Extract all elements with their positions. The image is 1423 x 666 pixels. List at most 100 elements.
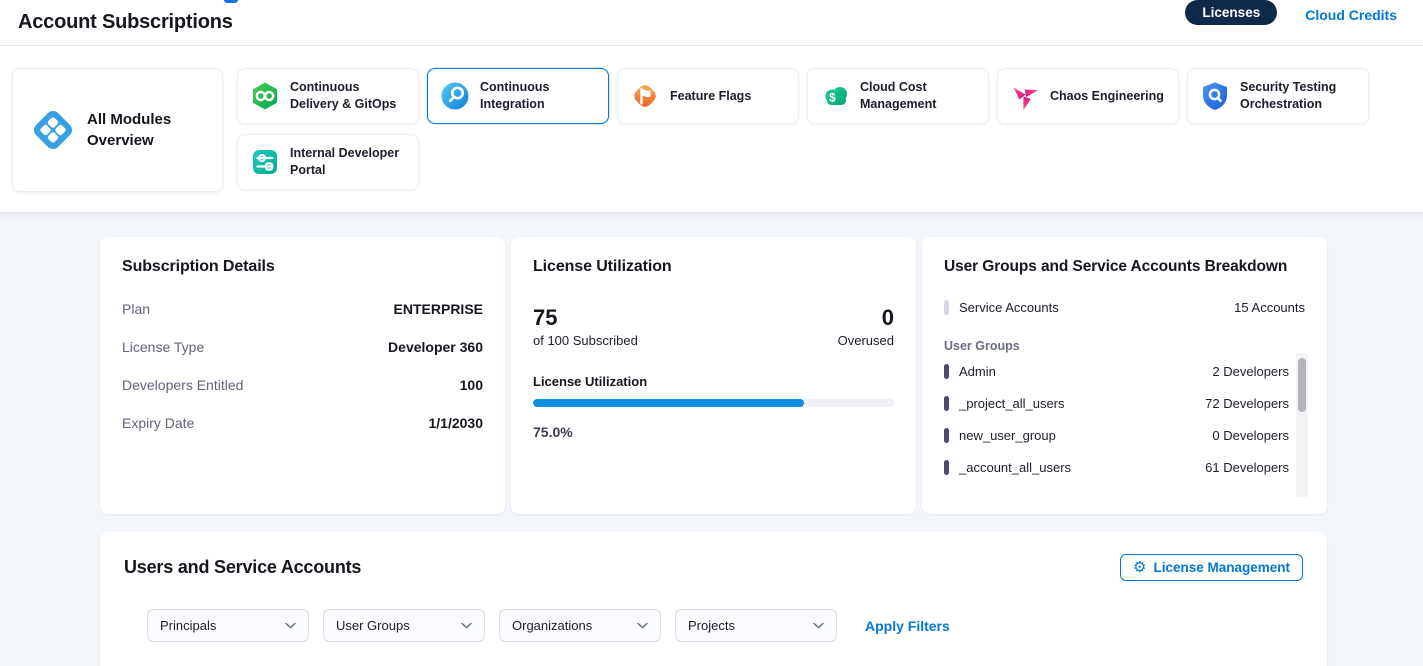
module-strip: All Modules Overview Continuous Delivery… (0, 46, 1423, 212)
overused-block: 0 Overused (838, 306, 894, 348)
projects-dropdown[interactable]: Projects (675, 609, 837, 642)
detail-label: Plan (122, 301, 150, 317)
license-utilization-bar-track (533, 399, 894, 407)
filters-row: Principals User Groups Organizations Pro… (147, 609, 1303, 642)
list-item: new_user_group 0 Developers (944, 419, 1305, 451)
used-caption: of 100 Subscribed (533, 333, 638, 348)
nav-active-indicator (224, 0, 238, 3)
list-item: _project_all_users 72 Developers (944, 387, 1305, 419)
module-card-cloud-cost[interactable]: $ Cloud Cost Management (807, 68, 989, 124)
stat-cards: Subscription Details Plan ENTERPRISE Lic… (100, 237, 1327, 514)
group-value: 61 Developers (1205, 460, 1305, 475)
developer-portal-icon (250, 147, 280, 177)
groups-scrollbar-thumb[interactable] (1298, 358, 1306, 412)
group-marker (944, 460, 949, 475)
group-value: 72 Developers (1205, 396, 1305, 411)
detail-row-expiry-date: Expiry Date 1/1/2030 (122, 415, 483, 431)
detail-label: License Type (122, 339, 204, 355)
module-card-developer-portal[interactable]: Internal Developer Portal (237, 134, 419, 190)
chevron-down-icon (285, 622, 296, 629)
service-accounts-row: Service Accounts 15 Accounts (944, 300, 1305, 315)
principals-dropdown[interactable]: Principals (147, 609, 309, 642)
breakdown-title: User Groups and Service Accounts Breakdo… (944, 258, 1305, 276)
used-block: 75 of 100 Subscribed (533, 306, 638, 348)
cd-gitops-icon (250, 81, 280, 111)
subscription-details-card: Subscription Details Plan ENTERPRISE Lic… (100, 237, 505, 514)
utilization-bar-label: License Utilization (533, 374, 894, 389)
security-testing-icon (1200, 81, 1230, 111)
list-item: Admin 2 Developers (944, 355, 1305, 387)
user-groups-dropdown[interactable]: User Groups (323, 609, 485, 642)
users-section-title: Users and Service Accounts (124, 557, 361, 578)
module-card-security-testing[interactable]: Security Testing Orchestration (1187, 68, 1369, 124)
module-card-feature-flags[interactable]: Feature Flags (617, 68, 799, 124)
breakdown-card: User Groups and Service Accounts Breakdo… (922, 237, 1327, 514)
used-count: 75 (533, 306, 638, 330)
chaos-engineering-icon (1010, 81, 1040, 111)
chevron-down-icon (813, 622, 824, 629)
utilization-percent: 75.0% (533, 424, 894, 440)
module-card-cd-gitops[interactable]: Continuous Delivery & GitOps (237, 68, 419, 124)
gear-icon: ⚙ (1133, 560, 1146, 575)
dropdown-label: Principals (160, 618, 216, 633)
dropdown-label: Projects (688, 618, 735, 633)
feature-flags-icon (630, 81, 660, 111)
module-card-chaos-engineering[interactable]: Chaos Engineering (997, 68, 1179, 124)
group-name: _project_all_users (959, 396, 1065, 411)
licenses-button[interactable]: Licenses (1185, 0, 1277, 25)
users-and-service-accounts-card: Users and Service Accounts ⚙ License Man… (100, 532, 1327, 666)
chevron-down-icon (637, 622, 648, 629)
all-modules-overview-label: All Modules Overview (87, 109, 197, 151)
detail-value: ENTERPRISE (394, 301, 483, 317)
detail-label: Expiry Date (122, 415, 194, 431)
license-utilization-bar-fill (533, 399, 804, 407)
service-accounts-label: Service Accounts (959, 300, 1059, 315)
dropdown-label: Organizations (512, 618, 592, 633)
subscription-details-title: Subscription Details (122, 258, 483, 276)
module-label: Cloud Cost Management (860, 79, 978, 113)
content-area: Subscription Details Plan ENTERPRISE Lic… (0, 212, 1423, 666)
subscription-detail-rows: Plan ENTERPRISE License Type Developer 3… (122, 301, 483, 431)
detail-value: 1/1/2030 (429, 415, 484, 431)
license-management-button[interactable]: ⚙ License Management (1120, 554, 1303, 581)
detail-row-license-type: License Type Developer 360 (122, 339, 483, 355)
usage-numbers: 75 of 100 Subscribed 0 Overused (533, 306, 894, 348)
header-actions: Licenses Cloud Credits (1185, 0, 1397, 25)
license-management-label: License Management (1153, 560, 1290, 575)
dropdown-label: User Groups (336, 618, 410, 633)
cloud-credits-link[interactable]: Cloud Credits (1305, 3, 1397, 23)
module-card-continuous-integration[interactable]: Continuous Integration (427, 68, 609, 124)
module-label: Continuous Delivery & GitOps (290, 79, 408, 113)
list-item: _account_all_users 61 Developers (944, 451, 1305, 483)
cloud-cost-icon: $ (820, 81, 850, 111)
users-section-header: Users and Service Accounts ⚙ License Man… (124, 554, 1303, 581)
svg-text:$: $ (829, 91, 836, 105)
detail-label: Developers Entitled (122, 377, 243, 393)
group-value: 0 Developers (1212, 428, 1305, 443)
user-groups-list: Admin 2 Developers _project_all_users 72… (944, 355, 1305, 483)
module-label: Internal Developer Portal (290, 145, 408, 179)
detail-row-plan: Plan ENTERPRISE (122, 301, 483, 317)
group-marker (944, 396, 949, 411)
organizations-dropdown[interactable]: Organizations (499, 609, 661, 642)
group-name: _account_all_users (959, 460, 1071, 475)
apply-filters-button[interactable]: Apply Filters (865, 618, 950, 634)
page-header: Account Subscriptions Licenses Cloud Cre… (0, 0, 1423, 46)
group-name: new_user_group (959, 428, 1056, 443)
groups-scrollbar-track[interactable] (1296, 353, 1308, 497)
group-value: 2 Developers (1212, 364, 1305, 379)
service-accounts-value: 15 Accounts (1234, 300, 1305, 315)
module-cards: Continuous Delivery & GitOps Continuous … (237, 68, 1377, 192)
all-modules-overview-card[interactable]: All Modules Overview (12, 68, 223, 192)
user-groups-heading: User Groups (944, 339, 1305, 353)
overused-count: 0 (838, 306, 894, 330)
module-label: Security Testing Orchestration (1240, 79, 1358, 113)
overused-caption: Overused (838, 333, 894, 348)
group-marker (944, 364, 949, 379)
module-label: Feature Flags (670, 88, 751, 105)
page-title: Account Subscriptions (18, 11, 233, 34)
license-utilization-title: License Utilization (533, 258, 894, 276)
group-name: Admin (959, 364, 996, 379)
module-label: Continuous Integration (480, 79, 598, 113)
chevron-down-icon (461, 622, 472, 629)
